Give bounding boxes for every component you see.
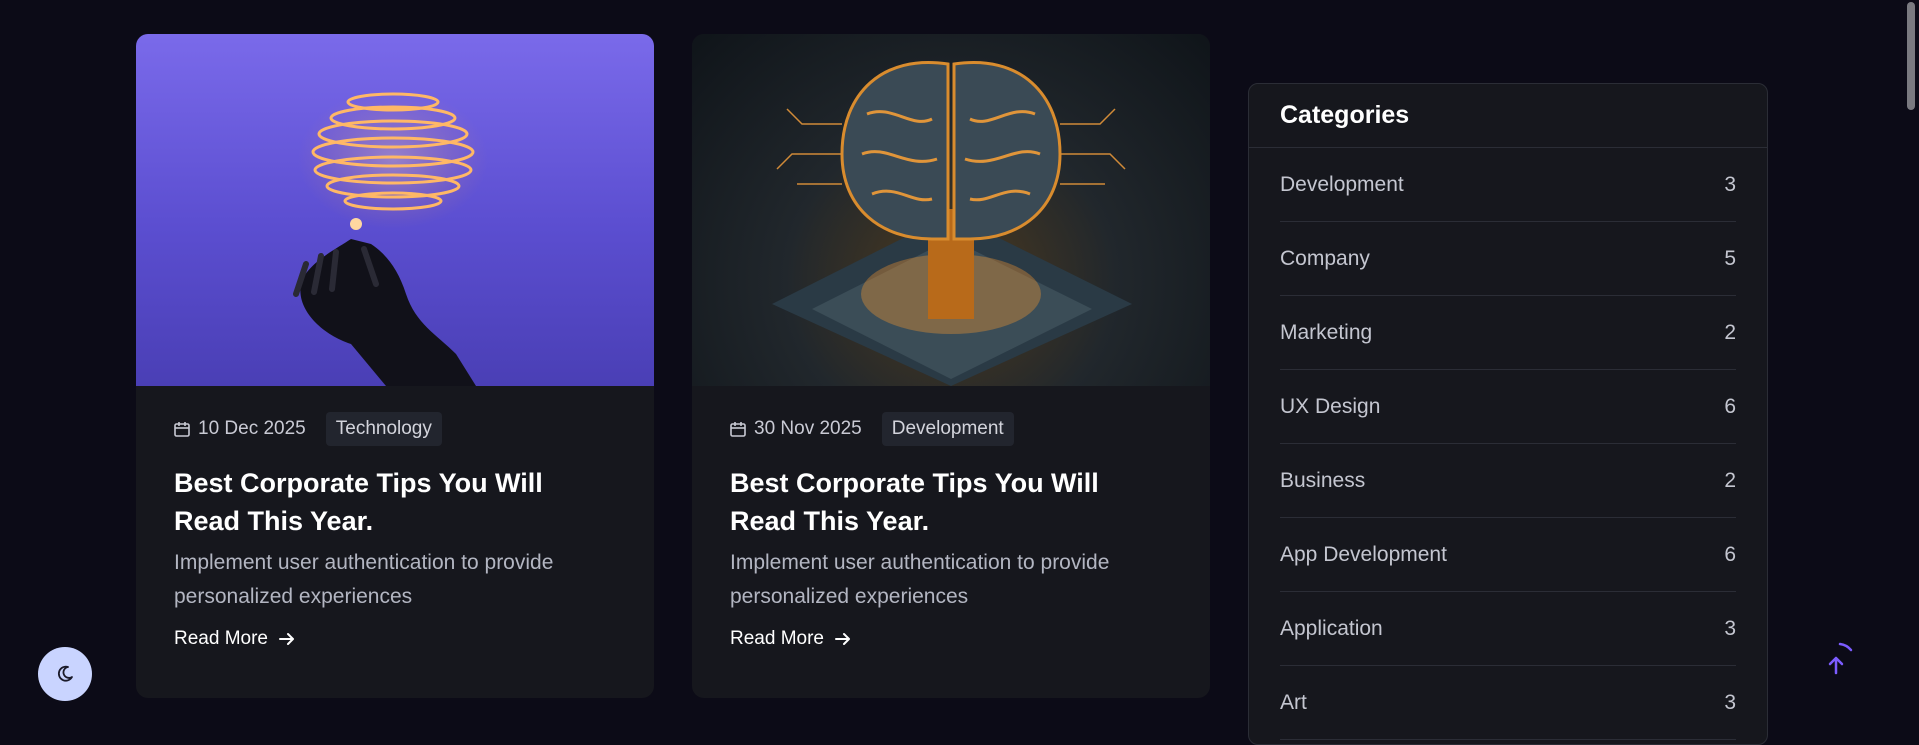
post-excerpt: Implement user authentication to provide… — [730, 551, 1110, 608]
arrow-up-icon — [1828, 642, 1853, 675]
post-title[interactable]: Best Corporate Tips You Will Read This Y… — [174, 464, 616, 540]
category-item-company[interactable]: Company 5 — [1280, 222, 1736, 296]
calendar-icon — [174, 422, 190, 437]
scrollbar-thumb[interactable] — [1907, 2, 1915, 110]
category-item-application[interactable]: Application 3 — [1280, 592, 1736, 666]
category-name: Business — [1280, 468, 1366, 492]
category-item-development[interactable]: Development 3 — [1280, 148, 1736, 222]
category-count: 2 — [1724, 468, 1736, 492]
theme-toggle-button[interactable] — [38, 647, 92, 701]
category-name: Application — [1280, 616, 1383, 640]
moon-icon — [57, 665, 73, 682]
post-date: 30 Nov 2025 — [754, 418, 862, 439]
post-image-circuit-brain[interactable] — [692, 34, 1210, 386]
category-count: 6 — [1724, 394, 1736, 418]
arrow-right-icon — [835, 633, 850, 645]
back-to-top-button[interactable] — [1815, 640, 1857, 682]
read-more-label: Read More — [174, 628, 268, 649]
category-item-art[interactable]: Art 3 — [1280, 666, 1736, 740]
category-name: Art — [1280, 690, 1307, 714]
category-count: 2 — [1724, 320, 1736, 344]
post-category-tag[interactable]: Technology — [325, 412, 442, 446]
read-more-label: Read More — [730, 628, 824, 649]
category-name: UX Design — [1280, 394, 1381, 418]
category-item-marketing[interactable]: Marketing 2 — [1280, 296, 1736, 370]
category-name: Marketing — [1280, 320, 1373, 344]
post-excerpt: Implement user authentication to provide… — [174, 551, 554, 608]
page-scrollbar[interactable] — [1904, 0, 1919, 714]
post-category-tag[interactable]: Development — [881, 412, 1014, 446]
category-count: 3 — [1724, 690, 1736, 714]
category-count: 6 — [1724, 542, 1736, 566]
category-name: App Development — [1280, 542, 1447, 566]
calendar-icon — [730, 422, 746, 437]
category-item-business[interactable]: Business 2 — [1280, 444, 1736, 518]
category-item-ux-design[interactable]: UX Design 6 — [1280, 370, 1736, 444]
categories-title: Categories — [1249, 84, 1767, 148]
category-count: 5 — [1724, 246, 1736, 270]
category-name: Development — [1280, 172, 1404, 196]
category-count: 3 — [1724, 616, 1736, 640]
arrow-right-icon — [279, 633, 294, 645]
post-title[interactable]: Best Corporate Tips You Will Read This Y… — [730, 464, 1172, 540]
blog-card-1[interactable]: 10 Dec 2025 Technology Best Corporate Ti… — [136, 34, 654, 698]
category-count: 3 — [1724, 172, 1736, 196]
blog-card-2[interactable]: 30 Nov 2025 Development Best Corporate T… — [692, 34, 1210, 698]
read-more-link[interactable]: Read More — [174, 628, 616, 650]
category-item-app-development[interactable]: App Development 6 — [1280, 518, 1736, 592]
post-image-robot-hand-brain[interactable] — [136, 34, 654, 386]
categories-widget: Categories Development 3 Company 5 Marke… — [1248, 83, 1768, 745]
category-name: Company — [1280, 246, 1370, 270]
read-more-link[interactable]: Read More — [730, 628, 1172, 650]
post-date: 10 Dec 2025 — [198, 418, 306, 439]
